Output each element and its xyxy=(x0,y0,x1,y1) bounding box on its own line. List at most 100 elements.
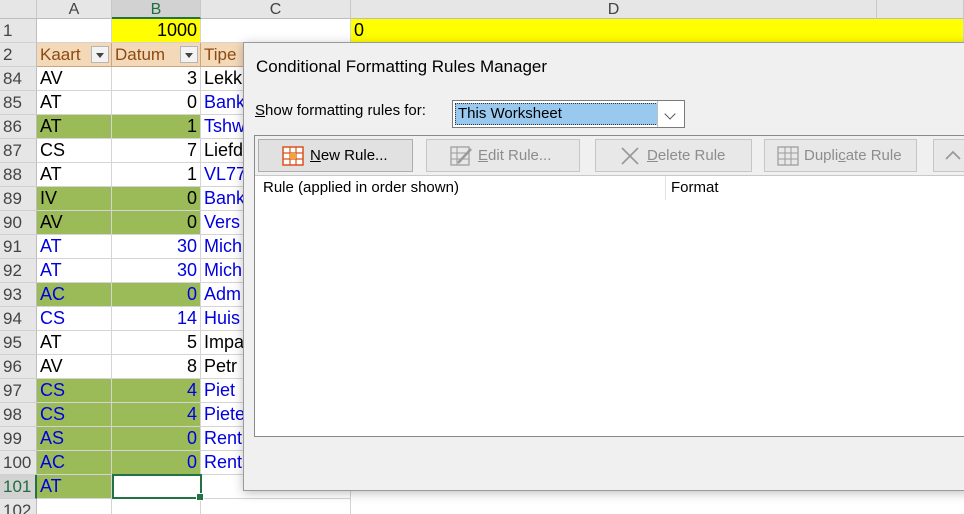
row-header[interactable]: 84 xyxy=(0,67,37,91)
new-rule-button[interactable]: New Rule... xyxy=(258,139,413,172)
column-header-b[interactable]: B xyxy=(112,0,201,19)
cell-b98[interactable]: 4 xyxy=(112,403,201,427)
cell-a97[interactable]: CS xyxy=(37,379,112,403)
move-up-button[interactable] xyxy=(933,139,964,172)
table-header-label: Tipe xyxy=(204,45,237,64)
cell-a1[interactable] xyxy=(37,19,112,43)
edit-rule-button[interactable]: Edit Rule... xyxy=(426,139,580,172)
cell-a99[interactable]: AS xyxy=(37,427,112,451)
cell-b96[interactable]: 8 xyxy=(112,355,201,379)
row-header[interactable]: 96 xyxy=(0,355,37,379)
cell-a86[interactable]: AT xyxy=(37,115,112,139)
cell-b100[interactable]: 0 xyxy=(112,451,201,475)
column-header-e[interactable] xyxy=(877,0,964,19)
row-header[interactable]: 85 xyxy=(0,91,37,115)
rules-list-panel: New Rule... Edit Rule... Delete Rule Dup… xyxy=(254,135,964,437)
rule-column-header[interactable]: Rule (applied in order shown) xyxy=(263,179,459,196)
column-header-a[interactable]: A xyxy=(37,0,112,19)
cell-a90[interactable]: AV xyxy=(37,211,112,235)
row-header[interactable]: 89 xyxy=(0,187,37,211)
cell-b84[interactable]: 3 xyxy=(112,67,201,91)
cell-a85[interactable]: AT xyxy=(37,91,112,115)
row-header[interactable]: 90 xyxy=(0,211,37,235)
column-header-c[interactable]: C xyxy=(201,0,351,19)
cell-a88[interactable]: AT xyxy=(37,163,112,187)
row-header[interactable]: 92 xyxy=(0,259,37,283)
row-header[interactable]: 91 xyxy=(0,235,37,259)
cell-b97[interactable]: 4 xyxy=(112,379,201,403)
label-text: ate Rule xyxy=(845,147,902,164)
cell-a91[interactable]: AT xyxy=(37,235,112,259)
cell-a101[interactable]: AT xyxy=(37,475,112,499)
dialog-title: Conditional Formatting Rules Manager xyxy=(256,57,548,76)
cell-b91[interactable]: 30 xyxy=(112,235,201,259)
cell-a84[interactable]: AV xyxy=(37,67,112,91)
duplicate-rule-label: Duplicate Rule xyxy=(804,140,902,171)
delete-rule-label: Delete Rule xyxy=(647,140,725,171)
delete-x-icon xyxy=(621,147,639,165)
label-text: elete Rule xyxy=(657,147,726,164)
cell-b95[interactable]: 5 xyxy=(112,331,201,355)
delete-rule-button[interactable]: Delete Rule xyxy=(595,139,752,172)
duplicate-rule-icon xyxy=(777,146,799,166)
cell-b93[interactable]: 0 xyxy=(112,283,201,307)
row-header[interactable]: 97 xyxy=(0,379,37,403)
row-header[interactable]: 2 xyxy=(0,43,37,67)
row-header[interactable]: 93 xyxy=(0,283,37,307)
row-header[interactable]: 1 xyxy=(0,19,37,43)
cell-a95[interactable]: AT xyxy=(37,331,112,355)
chevron-down-icon[interactable] xyxy=(657,101,684,127)
cell-c102[interactable] xyxy=(201,499,351,514)
cell-a102[interactable] xyxy=(37,499,112,514)
row-header[interactable]: 100 xyxy=(0,451,37,475)
cell-d1[interactable]: 0 xyxy=(351,19,964,43)
rules-list-header: Rule (applied in order shown) Format xyxy=(255,176,964,202)
row-header[interactable]: 98 xyxy=(0,403,37,427)
chevron-up-icon xyxy=(945,150,961,160)
cell-b90[interactable]: 0 xyxy=(112,211,201,235)
cell-a87[interactable]: CS xyxy=(37,139,112,163)
row-header[interactable]: 94 xyxy=(0,307,37,331)
show-rules-for-dropdown[interactable]: This Worksheet xyxy=(452,100,685,128)
cell-a92[interactable]: AT xyxy=(37,259,112,283)
cell-b86[interactable]: 1 xyxy=(112,115,201,139)
cell-b94[interactable]: 14 xyxy=(112,307,201,331)
row-header[interactable]: 95 xyxy=(0,331,37,355)
row-header[interactable]: 101 xyxy=(0,475,37,499)
row-header[interactable]: 102 xyxy=(0,499,37,514)
row-header[interactable]: 87 xyxy=(0,139,37,163)
duplicate-rule-button[interactable]: Duplicate Rule xyxy=(764,139,917,172)
cell-b87[interactable]: 7 xyxy=(112,139,201,163)
cell-a94[interactable]: CS xyxy=(37,307,112,331)
format-column-header[interactable]: Format xyxy=(671,179,719,196)
edit-rule-label: Edit Rule... xyxy=(478,140,551,171)
cell-c1[interactable] xyxy=(201,19,351,43)
mnemonic: N xyxy=(310,147,321,164)
cell-b1[interactable]: 1000 xyxy=(112,19,201,43)
cell-b85[interactable]: 0 xyxy=(112,91,201,115)
cell-a100[interactable]: AC xyxy=(37,451,112,475)
cell-a98[interactable]: CS xyxy=(37,403,112,427)
cell-b89[interactable]: 0 xyxy=(112,187,201,211)
column-divider[interactable] xyxy=(665,176,666,200)
rules-toolbar: New Rule... Edit Rule... Delete Rule Dup… xyxy=(255,136,964,176)
select-all-corner[interactable] xyxy=(0,0,37,19)
table-header-datum: Datum xyxy=(112,43,201,67)
cell-b88[interactable]: 1 xyxy=(112,163,201,187)
filter-dropdown-icon[interactable] xyxy=(180,46,198,63)
cell-a96[interactable]: AV xyxy=(37,355,112,379)
row-header[interactable]: 88 xyxy=(0,163,37,187)
cell-a93[interactable]: AC xyxy=(37,283,112,307)
cell-a89[interactable]: IV xyxy=(37,187,112,211)
label-text: ew Rule... xyxy=(320,147,388,164)
active-cell-b101[interactable] xyxy=(112,474,204,501)
cell-b92[interactable]: 30 xyxy=(112,259,201,283)
cell-b102[interactable] xyxy=(112,499,201,514)
column-header-d[interactable]: D xyxy=(351,0,877,19)
label-text: how formatting rules for: xyxy=(265,102,426,119)
mnemonic: S xyxy=(255,102,266,119)
filter-dropdown-icon[interactable] xyxy=(91,46,109,63)
cell-b99[interactable]: 0 xyxy=(112,427,201,451)
row-header[interactable]: 99 xyxy=(0,427,37,451)
row-header[interactable]: 86 xyxy=(0,115,37,139)
